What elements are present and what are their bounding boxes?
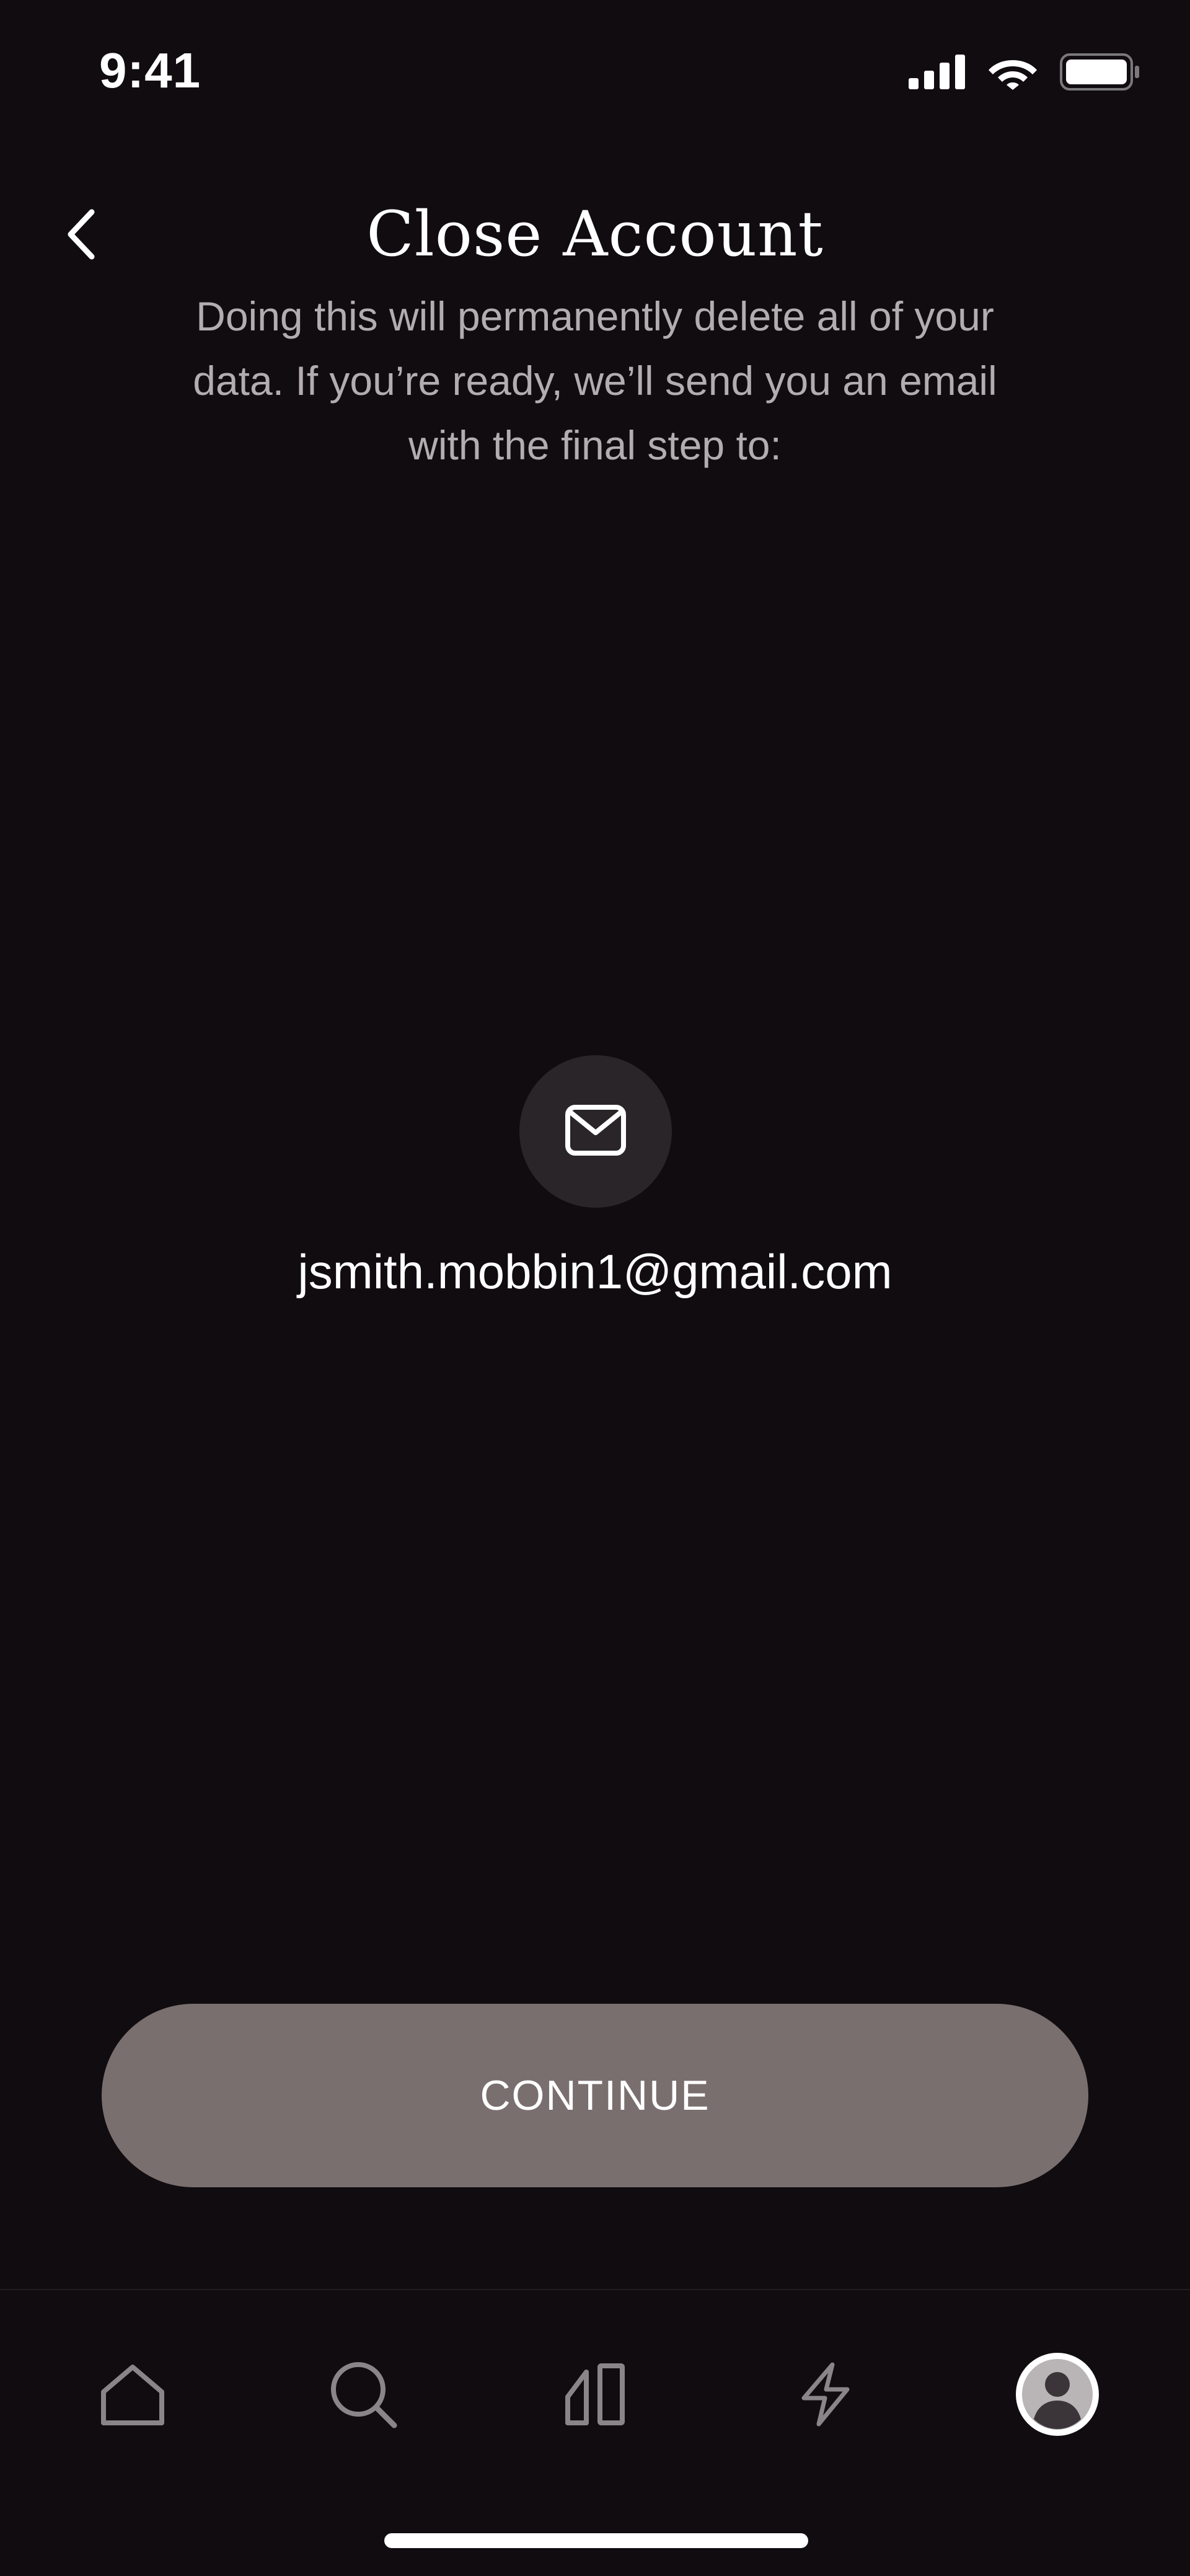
battery-icon bbox=[1060, 53, 1140, 94]
tab-search[interactable] bbox=[314, 2346, 413, 2445]
library-icon bbox=[564, 2362, 626, 2430]
tab-library[interactable] bbox=[545, 2346, 645, 2445]
continue-button[interactable]: CONTINUE bbox=[102, 2004, 1088, 2187]
home-icon bbox=[99, 2362, 167, 2430]
email-icon-badge bbox=[519, 1055, 672, 1208]
status-time: 9:41 bbox=[99, 43, 201, 98]
profile-avatar-icon bbox=[1015, 2352, 1100, 2440]
status-icons bbox=[909, 53, 1140, 94]
wifi-icon bbox=[988, 54, 1038, 93]
description-text: Doing this will permanently delete all o… bbox=[193, 293, 997, 468]
search-icon bbox=[328, 2360, 398, 2432]
tab-activity[interactable] bbox=[776, 2346, 875, 2445]
status-bar: 9:41 bbox=[0, 0, 1190, 149]
page-title: Close Account bbox=[366, 198, 824, 270]
cellular-signal-icon bbox=[909, 55, 966, 92]
email-address: jsmith.mobbin1@gmail.com bbox=[298, 1244, 892, 1299]
tab-profile[interactable] bbox=[1008, 2346, 1107, 2445]
home-indicator bbox=[384, 2533, 808, 2548]
envelope-icon bbox=[565, 1104, 627, 1159]
tab-home[interactable] bbox=[83, 2346, 182, 2445]
lightning-icon bbox=[798, 2361, 853, 2431]
